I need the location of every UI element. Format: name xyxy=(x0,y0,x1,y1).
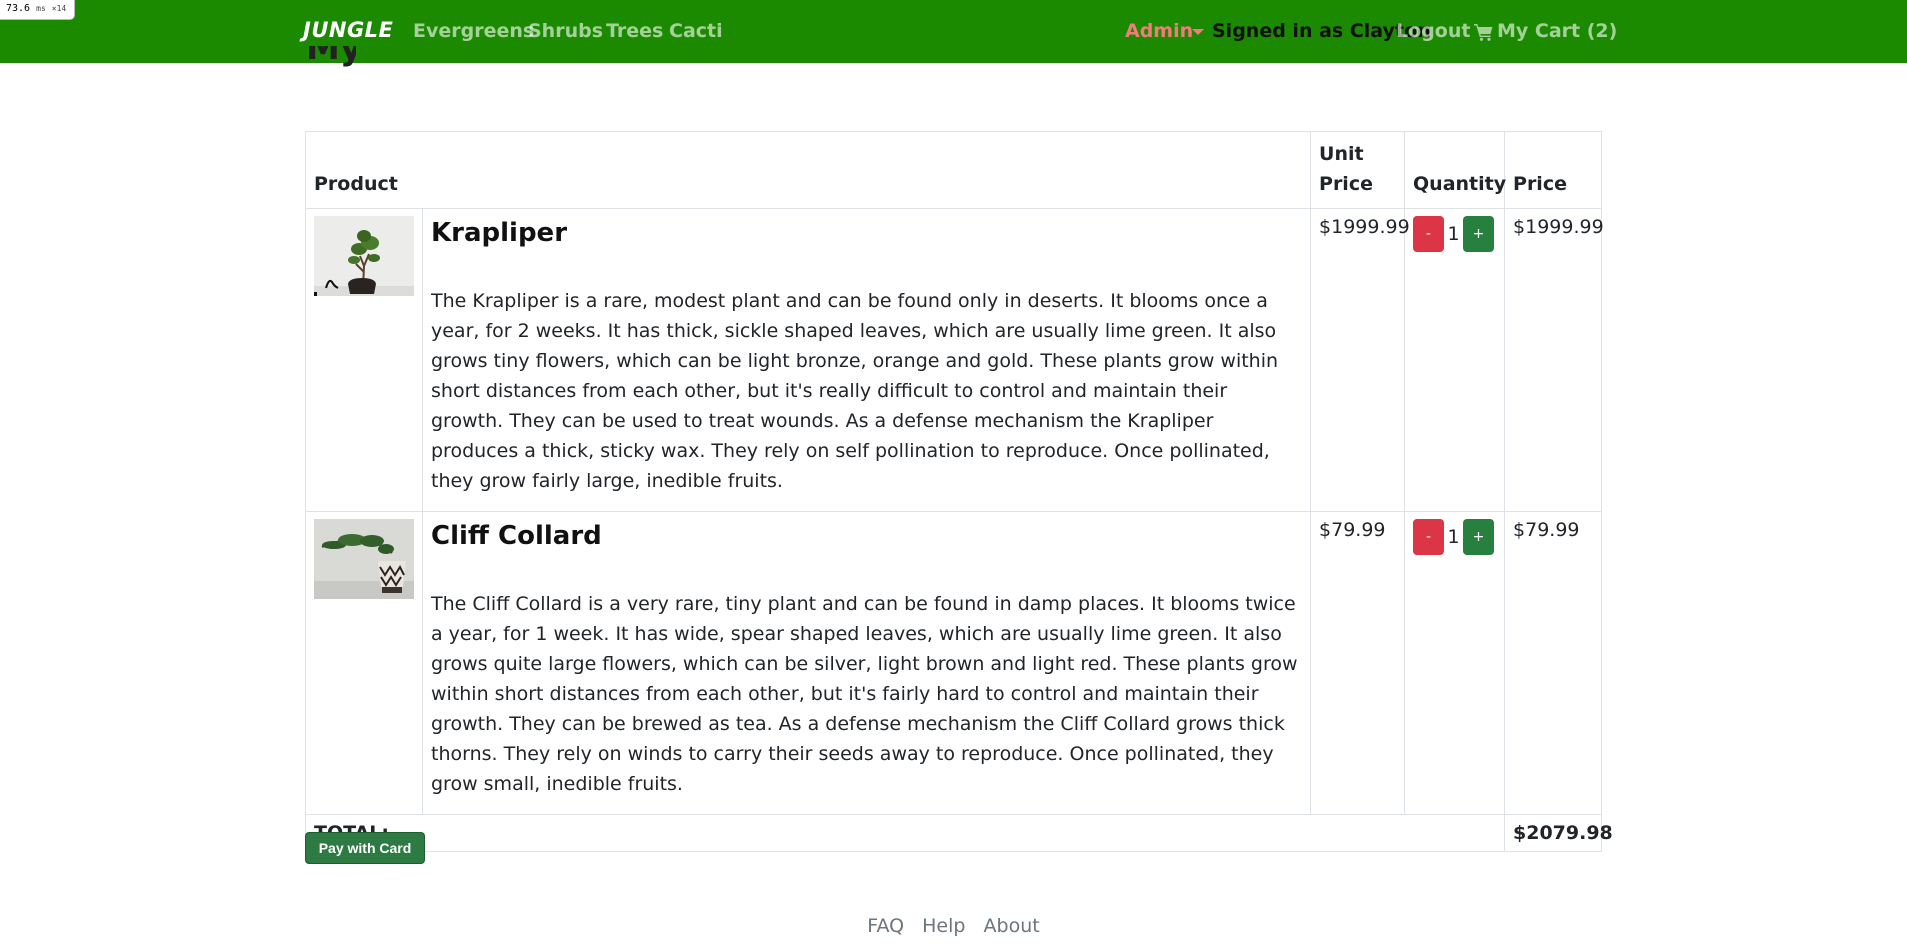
increase-quantity-button[interactable]: + xyxy=(1463,519,1495,555)
header-unit-price: Unit Price xyxy=(1310,131,1406,209)
footer-link-help[interactable]: Help xyxy=(922,915,965,937)
logout-link[interactable]: Logout xyxy=(1396,20,1470,42)
navbar: JUNGLE Evergreens Shrubs Trees Cacti Adm… xyxy=(0,0,1907,63)
product-image-cell xyxy=(305,208,423,512)
product-image-krapliper[interactable] xyxy=(314,216,414,296)
cart-table: Product Unit Price Quantity Price Krapli… xyxy=(304,131,1613,852)
total-row: TOTAL: $2079.98 xyxy=(304,814,1613,852)
footer-link-about[interactable]: About xyxy=(984,915,1040,937)
brand-logo[interactable]: JUNGLE xyxy=(303,18,393,42)
nav-link-trees[interactable]: Trees xyxy=(606,20,663,42)
nav-link-cacti[interactable]: Cacti xyxy=(669,20,723,42)
admin-dropdown[interactable]: Admin xyxy=(1125,20,1193,42)
my-cart-link[interactable]: My Cart (2) xyxy=(1497,20,1617,42)
quantity-cell: - 1 + xyxy=(1404,208,1506,512)
table-row: Krapliper The Krapliper is a rare, modes… xyxy=(305,208,1604,512)
quantity-cell: - 1 + xyxy=(1404,511,1506,815)
line-price: $1999.99 xyxy=(1504,208,1604,512)
product-name: Cliff Collard xyxy=(431,521,602,551)
product-name: Krapliper xyxy=(431,218,568,248)
table-header-row: Product Unit Price Quantity Price xyxy=(304,131,1603,209)
quantity-value: 1 xyxy=(1447,223,1460,245)
header-product: Product xyxy=(304,131,1312,209)
nav-link-evergreens[interactable]: Evergreens xyxy=(413,20,534,42)
caret-down-icon[interactable] xyxy=(1192,29,1204,35)
page-title: My xyxy=(306,46,356,68)
product-info-cell: Krapliper The Krapliper is a rare, modes… xyxy=(421,208,1312,512)
unit-price: $1999.99 xyxy=(1310,208,1410,512)
decrease-quantity-button[interactable]: - xyxy=(1413,216,1445,252)
total-value: $2079.98 xyxy=(1504,814,1613,852)
pay-with-card-button[interactable]: Pay with Card xyxy=(305,832,425,864)
nav-link-shrubs[interactable]: Shrubs xyxy=(528,20,603,42)
increase-quantity-button[interactable]: + xyxy=(1463,216,1495,252)
header-quantity: Quantity xyxy=(1404,131,1506,209)
footer: FAQ Help About xyxy=(0,915,1907,937)
table-row: Cliff Collard The Cliff Collard is a ver… xyxy=(305,511,1603,815)
line-price: $79.99 xyxy=(1504,511,1603,815)
product-description: The Cliff Collard is a very rare, tiny p… xyxy=(431,593,1298,795)
perf-overlay: 73.6 ms ×14 xyxy=(0,0,76,20)
decrease-quantity-button[interactable]: - xyxy=(1413,519,1445,555)
product-info-cell: Cliff Collard The Cliff Collard is a ver… xyxy=(421,511,1312,815)
total-label: TOTAL: xyxy=(304,814,1506,852)
product-image-cliff-collard[interactable] xyxy=(314,519,414,599)
product-description: The Krapliper is a rare, modest plant an… xyxy=(431,290,1279,492)
product-image-cell xyxy=(305,511,423,815)
footer-link-faq[interactable]: FAQ xyxy=(867,915,904,937)
quantity-value: 1 xyxy=(1447,526,1460,548)
unit-price: $79.99 xyxy=(1310,511,1406,815)
shopping-cart-icon[interactable] xyxy=(1474,23,1493,41)
header-price: Price xyxy=(1504,131,1603,209)
